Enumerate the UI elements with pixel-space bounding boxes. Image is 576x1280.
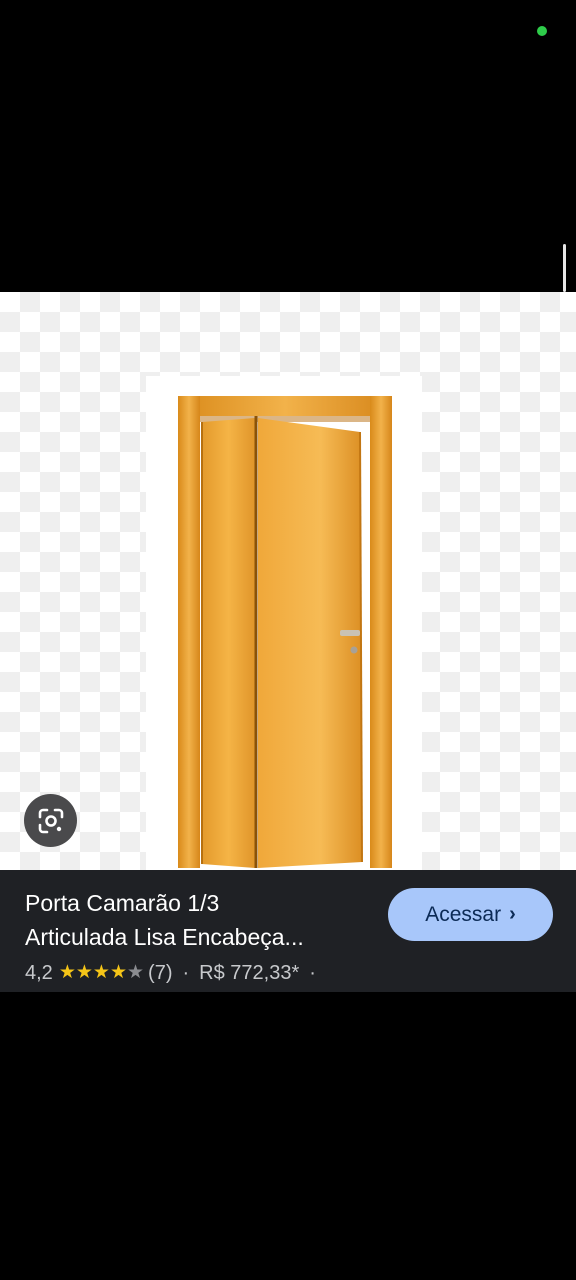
screen: Porta Camarão 1/3 Articulada Lisa Encabe… bbox=[0, 0, 576, 1280]
visit-button-label: Acessar bbox=[425, 902, 502, 926]
rating-value: 4,2 bbox=[25, 962, 53, 984]
status-indicator-dot bbox=[537, 26, 547, 36]
separator-dot: · bbox=[182, 962, 190, 984]
chevron-right-icon: › bbox=[509, 903, 516, 925]
review-count: (7) bbox=[148, 962, 173, 984]
google-lens-icon bbox=[38, 808, 63, 833]
door-illustration bbox=[178, 396, 392, 868]
rating-stars: ★ ★ ★ ★ ★ bbox=[59, 963, 144, 983]
star-filled-icon: ★ bbox=[109, 962, 127, 983]
scroll-indicator bbox=[563, 244, 566, 292]
star-filled-icon: ★ bbox=[58, 962, 76, 983]
product-meta: 4,2 ★ ★ ★ ★ ★ (7) · R$ 772,33* · bbox=[25, 960, 326, 986]
product-price: R$ 772,33* bbox=[199, 962, 300, 984]
product-title-line-2: Articulada Lisa Encabeça... bbox=[25, 924, 304, 950]
separator-dot: · bbox=[309, 962, 316, 984]
star-empty-icon: ★ bbox=[127, 962, 145, 983]
star-filled-icon: ★ bbox=[75, 962, 93, 983]
product-image[interactable] bbox=[0, 292, 576, 870]
lens-search-button[interactable] bbox=[24, 794, 77, 847]
star-filled-icon: ★ bbox=[92, 962, 110, 983]
visit-button[interactable]: Acessar › bbox=[388, 888, 553, 941]
product-title-line-1: Porta Camarão 1/3 bbox=[25, 890, 220, 916]
